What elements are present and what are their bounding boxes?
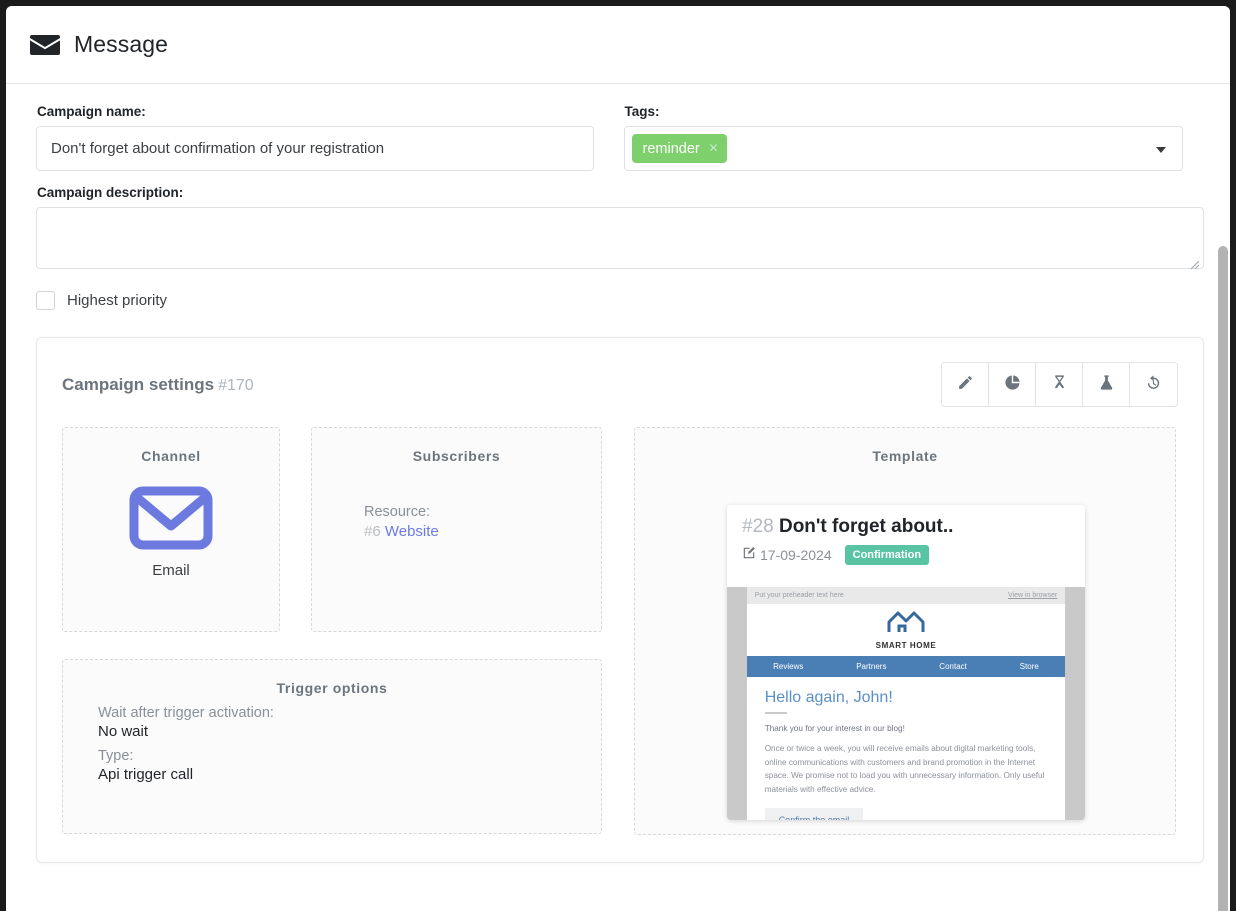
campaign-settings-id: #170: [218, 376, 254, 394]
tag-remove-icon[interactable]: ×: [709, 140, 718, 157]
tags-label: Tags:: [624, 104, 660, 119]
email-logo: SMART HOME: [747, 604, 1066, 656]
template-title-row: #28 Don't forget about..: [742, 516, 1085, 538]
resource-label: Resource:: [364, 504, 431, 520]
settings-left-column: Channel Email Subscribers Resource: #6 W…: [62, 427, 602, 835]
trigger-options-title: Trigger options: [276, 680, 388, 696]
campaign-actions-toolbar: [941, 362, 1178, 407]
channel-card-body: Email: [63, 486, 279, 579]
pie-chart-icon: [1004, 374, 1021, 396]
email-nav-item[interactable]: Store: [1020, 662, 1039, 671]
template-date: 17-09-2024: [760, 547, 832, 563]
tags-group: Tags: reminder ×: [623, 104, 1183, 171]
trigger-options-card: Trigger options Wait after trigger activ…: [62, 659, 602, 834]
email-nav-item[interactable]: Partners: [856, 662, 886, 671]
schedule-button[interactable]: [1036, 363, 1083, 406]
app-header: Message: [6, 6, 1230, 84]
ab-test-button[interactable]: [1083, 363, 1130, 406]
email-logo-text: SMART HOME: [875, 641, 937, 650]
tag-chip-reminder[interactable]: reminder ×: [631, 134, 728, 163]
email-lead-text: Thank you for your interest in our blog!: [764, 724, 905, 733]
email-view-in-browser-link[interactable]: View in browser: [1008, 592, 1057, 599]
highest-priority-checkbox[interactable]: [36, 291, 55, 310]
app-window: Message Campaign name: Tags: reminder ×: [6, 6, 1230, 911]
pen-square-icon: [742, 546, 756, 565]
trigger-wait-label: Wait after trigger activation:: [98, 705, 274, 721]
resource-id: #6: [364, 523, 381, 540]
scroll-area: Campaign name: Tags: reminder × C: [6, 84, 1230, 911]
email-nav-item[interactable]: Contact: [939, 662, 967, 671]
email-body: Put your preheader text here View in bro…: [746, 587, 1066, 820]
channel-subscribers-row: Channel Email Subscribers Resource: #6 W…: [62, 427, 602, 632]
channel-card: Channel Email: [62, 427, 280, 632]
highest-priority-label: Highest priority: [67, 292, 168, 309]
campaign-settings-title: Campaign settings #170: [62, 375, 254, 395]
envelope-outline-icon: [129, 486, 213, 555]
email-preheader-row: Put your preheader text here View in bro…: [746, 587, 1066, 604]
smart-home-house-icon: [885, 610, 927, 639]
clock-rotate-icon: [1145, 374, 1162, 396]
highest-priority-row[interactable]: Highest priority: [36, 291, 1183, 310]
chevron-down-icon[interactable]: [1156, 146, 1166, 153]
campaign-name-label: Campaign name:: [37, 104, 146, 119]
template-card: Template #28 Don't forget about.. 17-09-…: [634, 427, 1176, 835]
campaign-description-label: Campaign description:: [37, 185, 184, 200]
email-preheader-text: Put your preheader text here: [754, 592, 844, 599]
trigger-type-value: Api trigger call: [98, 766, 194, 783]
hourglass-icon: [1051, 374, 1068, 396]
subscribers-card-body: Resource: #6 Website: [312, 464, 601, 540]
subscribers-card: Subscribers Resource: #6 Website: [311, 427, 602, 632]
trigger-wait-value: No wait: [98, 723, 149, 740]
scrollbar-thumb[interactable]: [1218, 246, 1228, 911]
email-nav: Reviews Partners Contact Store: [746, 656, 1066, 677]
envelope-icon: [30, 34, 60, 56]
campaign-name-input[interactable]: [36, 126, 594, 171]
edit-button[interactable]: [942, 363, 989, 406]
pencil-icon: [957, 374, 974, 396]
scrollbar-track[interactable]: [1216, 162, 1230, 911]
subscribers-card-title: Subscribers: [412, 448, 501, 464]
campaign-description-group: Campaign description:: [36, 185, 1204, 274]
page-title: Message: [74, 31, 169, 57]
template-status-badge: Confirmation: [844, 545, 930, 565]
email-body-text: Once or twice a week, you will receive e…: [764, 744, 1045, 794]
template-meta-row: 17-09-2024 Confirmation: [742, 545, 1085, 565]
campaign-name-group: Campaign name:: [36, 104, 594, 171]
resource-link[interactable]: Website: [385, 523, 439, 540]
template-email-thumbnail: Put your preheader text here View in bro…: [727, 587, 1085, 820]
trigger-options-body: Wait after trigger activation: No wait T…: [63, 696, 601, 783]
flask-icon: [1098, 374, 1115, 396]
campaign-description-textarea[interactable]: [36, 207, 1204, 269]
template-preview-header: #28 Don't forget about.. 17-09-2024 Conf…: [727, 505, 1085, 565]
resource-row: #6 Website: [364, 523, 601, 540]
tag-label: reminder: [642, 140, 700, 157]
campaign-settings-panel: Campaign settings #170 Channel Email Sub…: [36, 337, 1204, 863]
template-preview[interactable]: #28 Don't forget about.. 17-09-2024 Conf…: [727, 505, 1085, 820]
history-button[interactable]: [1130, 363, 1177, 406]
trigger-type-label: Type:: [98, 748, 134, 764]
campaign-settings-header: Campaign settings #170: [62, 362, 1178, 407]
email-content: Hello again, John! Thank you for your in…: [747, 677, 1066, 820]
statistics-button[interactable]: [989, 363, 1036, 406]
template-id: #28: [742, 516, 774, 537]
channel-card-title: Channel: [141, 448, 201, 464]
email-greeting: Hello again, John!: [764, 689, 893, 706]
tags-select[interactable]: reminder ×: [623, 126, 1183, 171]
campaign-settings-title-text: Campaign settings: [62, 374, 215, 394]
email-nav-item[interactable]: Reviews: [773, 662, 803, 671]
template-name: Don't forget about..: [778, 516, 954, 537]
email-divider: [764, 712, 787, 714]
email-cta-button[interactable]: Confirm the email: [764, 808, 864, 820]
channel-value: Email: [152, 562, 190, 579]
template-card-title: Template: [872, 448, 938, 464]
form-top-row: Campaign name: Tags: reminder ×: [36, 104, 1183, 171]
settings-cards-row: Channel Email Subscribers Resource: #6 W…: [62, 427, 1178, 835]
